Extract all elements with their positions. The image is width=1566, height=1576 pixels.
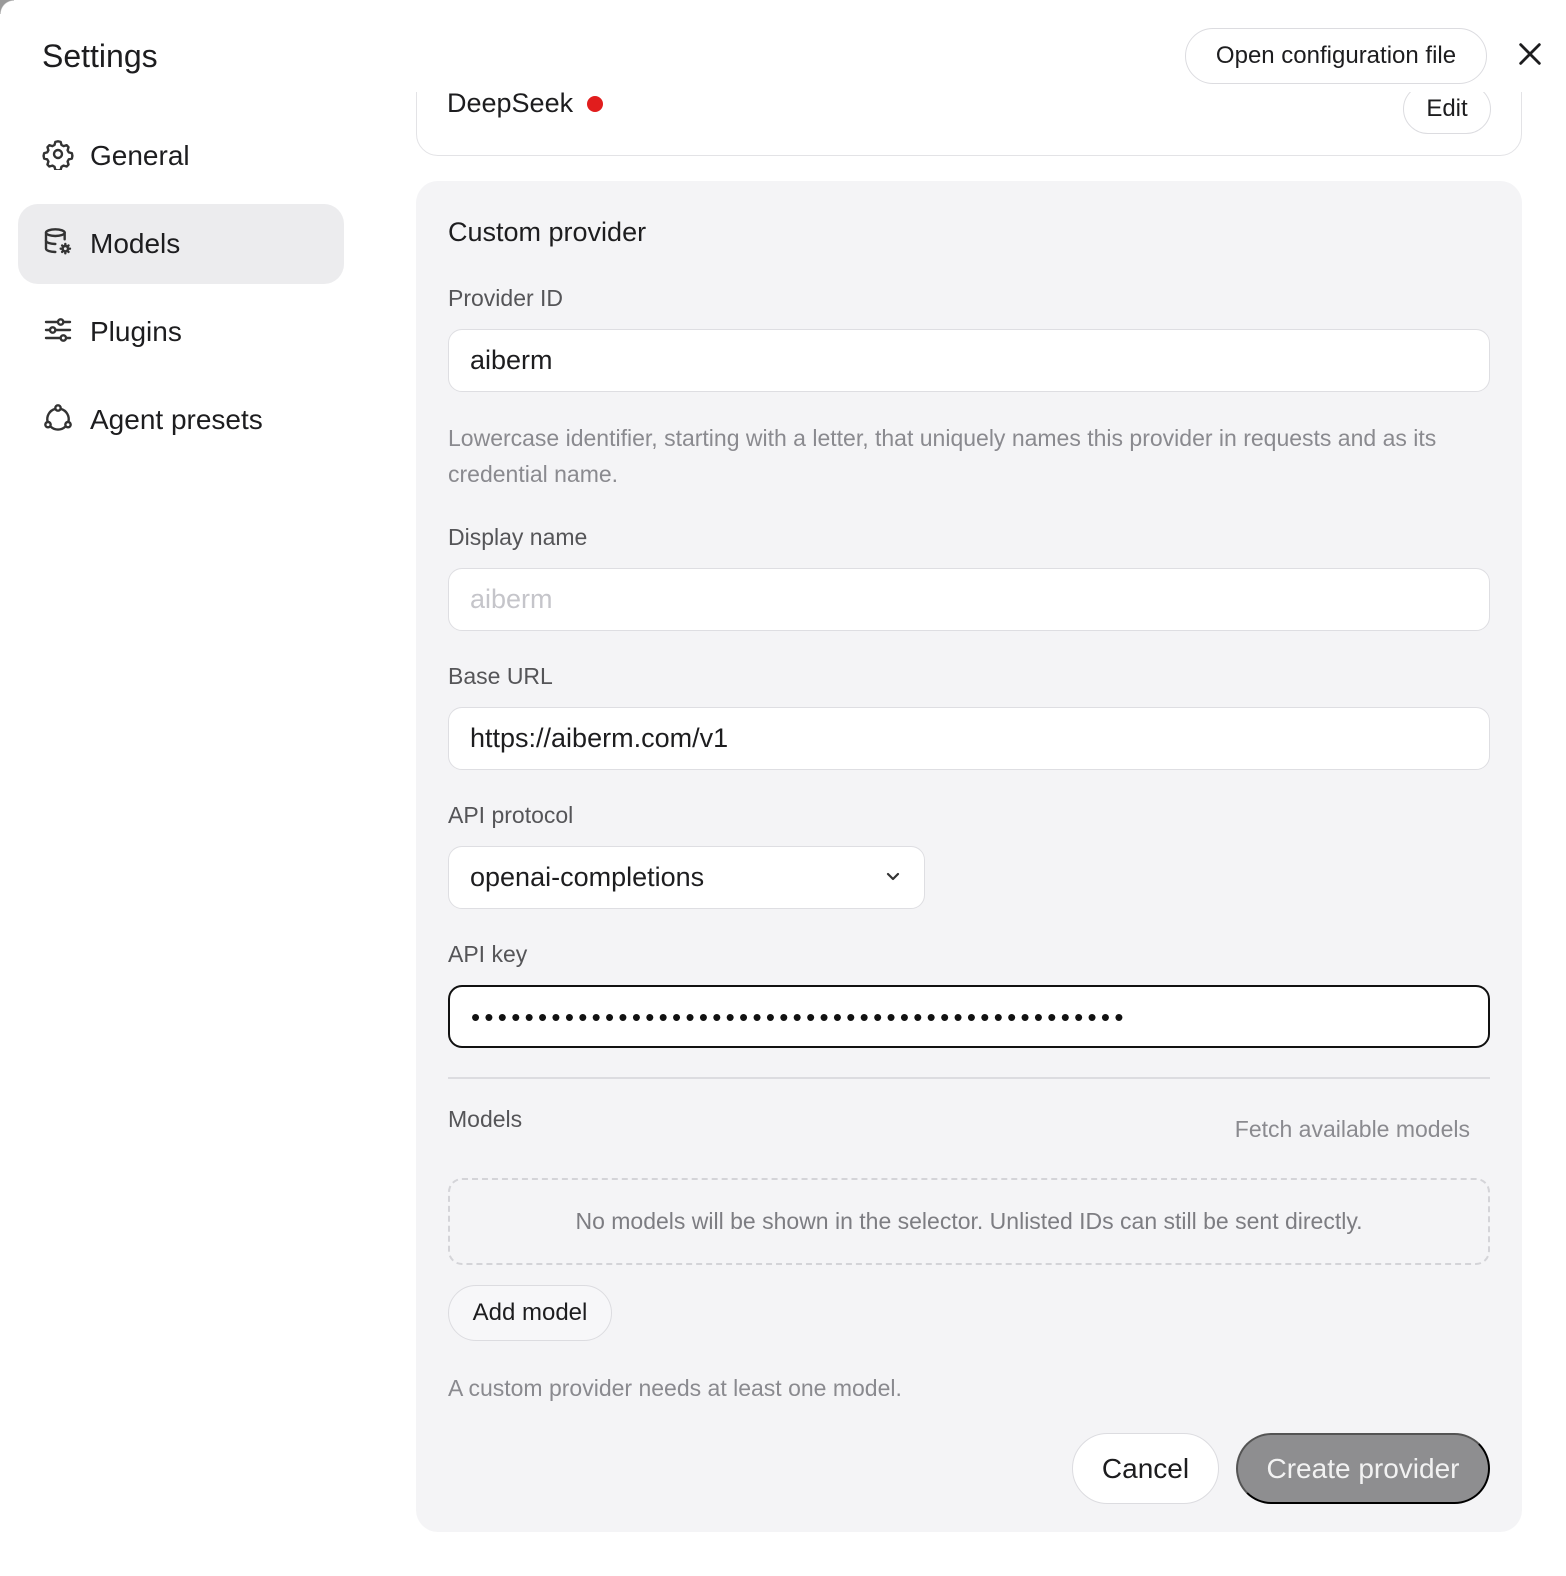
chevron-down-icon [883,862,903,893]
provider-id-input[interactable]: aiberm [448,329,1490,392]
settings-nav: General Models Plugins Agent presets [18,116,344,468]
gear-icon [42,138,74,175]
api-key-input[interactable]: ••••••••••••••••••••••••••••••••••••••••… [448,985,1490,1048]
provider-id-value: aiberm [470,345,553,375]
display-name-input[interactable]: aiberm [448,568,1490,631]
open-config-button[interactable]: Open configuration file [1185,28,1487,84]
models-requirement-hint: A custom provider needs at least one mod… [448,1375,902,1401]
display-name-placeholder: aiberm [470,584,553,614]
models-empty-state: No models will be shown in the selector.… [448,1178,1490,1265]
sidebar-item-general[interactable]: General [18,116,344,196]
panel-title: Custom provider [448,217,647,247]
sidebar-item-label: Agent presets [90,404,263,435]
sliders-icon [42,314,74,351]
api-protocol-label: API protocol [448,802,574,828]
cycle-icon [42,402,74,439]
provider-id-hint: Lowercase identifier, starting with a le… [448,425,1437,487]
base-url-label: Base URL [448,663,553,689]
api-key-label: API key [448,941,528,967]
create-provider-button[interactable]: Create provider [1236,1433,1490,1504]
close-icon [1516,40,1544,73]
sidebar-item-label: General [90,140,190,171]
settings-main: DeepSeek Edit Custom provider Provider I… [416,0,1522,1576]
api-key-masked-value: ••••••••••••••••••••••••••••••••••••••••… [471,1001,1128,1032]
base-url-input[interactable]: https://aiberm.com/v1 [448,707,1490,770]
provider-id-label: Provider ID [448,285,564,311]
settings-title: Settings [42,38,158,74]
base-url-value: https://aiberm.com/v1 [470,723,729,753]
custom-provider-panel: Custom provider Provider ID aiberm Lower… [416,181,1522,1532]
add-model-button[interactable]: Add model [448,1285,612,1341]
close-button[interactable] [1512,38,1548,74]
database-gear-icon [42,226,74,263]
sidebar-item-label: Plugins [90,316,182,347]
sidebar-item-label: Models [90,228,181,259]
models-label: Models [448,1106,523,1132]
api-protocol-select[interactable]: openai-completions [448,846,925,909]
display-name-label: Display name [448,524,588,550]
status-dot-icon [587,95,604,112]
provider-name-text: DeepSeek [447,88,574,118]
cancel-button[interactable]: Cancel [1072,1433,1219,1504]
sidebar-item-models[interactable]: Models [18,204,344,284]
section-divider [448,1077,1490,1079]
models-empty-text: No models will be shown in the selector.… [575,1208,1363,1234]
sidebar-item-agent-presets[interactable]: Agent presets [18,380,344,460]
api-protocol-value: openai-completions [470,862,705,892]
settings-sidebar: Settings General Models Plugins Agent pr… [0,0,380,1576]
provider-name: DeepSeek [447,88,604,119]
fetch-models-link[interactable]: Fetch available models [1235,1116,1470,1143]
sidebar-item-plugins[interactable]: Plugins [18,292,344,372]
